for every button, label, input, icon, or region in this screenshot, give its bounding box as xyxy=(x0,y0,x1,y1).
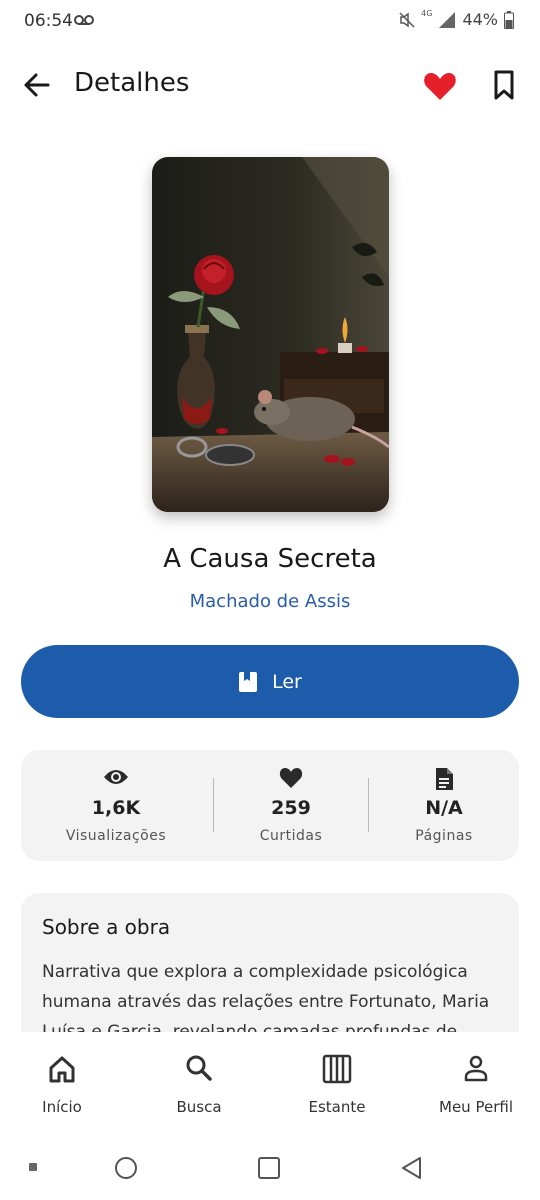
person-icon xyxy=(464,1055,488,1082)
stat-value: 1,6K xyxy=(91,797,141,819)
book-title: A Causa Secreta xyxy=(163,544,377,574)
signal-icon xyxy=(439,11,456,28)
stat-value: 259 xyxy=(271,797,311,819)
read-button-label: Ler xyxy=(272,670,302,693)
about-title: Sobre a obra xyxy=(42,915,171,939)
home-icon xyxy=(49,1056,75,1083)
stat-value: N/A xyxy=(425,797,463,819)
nav-item-home[interactable]: Início xyxy=(2,1052,122,1116)
nav-label: Meu Perfil xyxy=(439,1098,513,1116)
stat-views: 1,6K Visualizações xyxy=(21,750,211,861)
book-icon xyxy=(239,671,258,692)
status-bar: 06:54 4G 44% xyxy=(0,0,540,44)
nav-item-profile[interactable]: Meu Perfil xyxy=(416,1052,536,1116)
stat-pages: N/A Páginas xyxy=(369,750,519,861)
nav-label: Busca xyxy=(176,1098,222,1116)
document-icon xyxy=(436,768,453,790)
battery-icon xyxy=(504,10,514,29)
nav-label: Estante xyxy=(308,1098,366,1116)
eye-icon xyxy=(104,770,128,784)
recent-apps-icon[interactable] xyxy=(258,1157,280,1179)
book-author-link[interactable]: Machado de Assis xyxy=(0,591,540,612)
stat-likes: 259 Curtidas xyxy=(214,750,368,861)
status-time: 06:54 xyxy=(24,11,73,31)
home-circle-icon[interactable] xyxy=(114,1156,138,1180)
bookmark-icon[interactable] xyxy=(488,68,520,102)
network-type: 4G xyxy=(421,9,433,18)
page-title: Detalhes xyxy=(74,68,190,98)
back-arrow-icon[interactable] xyxy=(20,68,54,102)
menu-dot-icon[interactable] xyxy=(28,1162,38,1172)
about-card: Sobre a obra Narrativa que explora a com… xyxy=(21,893,519,1053)
stats-card: 1,6K Visualizações 259 Curtidas N/A Pági… xyxy=(21,750,519,861)
battery-percent: 44% xyxy=(462,10,498,29)
read-button[interactable]: Ler xyxy=(21,645,519,718)
back-triangle-icon[interactable] xyxy=(400,1156,424,1180)
stat-label: Curtidas xyxy=(259,828,323,844)
stat-label: Visualizações xyxy=(65,828,167,844)
nav-label: Início xyxy=(42,1098,82,1116)
bottom-nav: Início Busca Estante Meu Perfil xyxy=(0,1032,540,1140)
app-bar: Detalhes xyxy=(0,56,540,112)
book-cover-image xyxy=(152,157,389,512)
nav-item-shelf[interactable]: Estante xyxy=(277,1052,397,1116)
nav-item-search[interactable]: Busca xyxy=(139,1052,259,1116)
system-nav-bar xyxy=(0,1140,540,1200)
search-icon xyxy=(186,1055,212,1081)
heart-icon xyxy=(279,768,303,788)
voicemail-icon xyxy=(74,15,94,25)
mute-icon xyxy=(399,11,415,28)
stat-label: Páginas xyxy=(415,828,473,844)
favorite-heart-icon[interactable] xyxy=(422,68,458,104)
bookshelf-icon xyxy=(322,1054,352,1084)
